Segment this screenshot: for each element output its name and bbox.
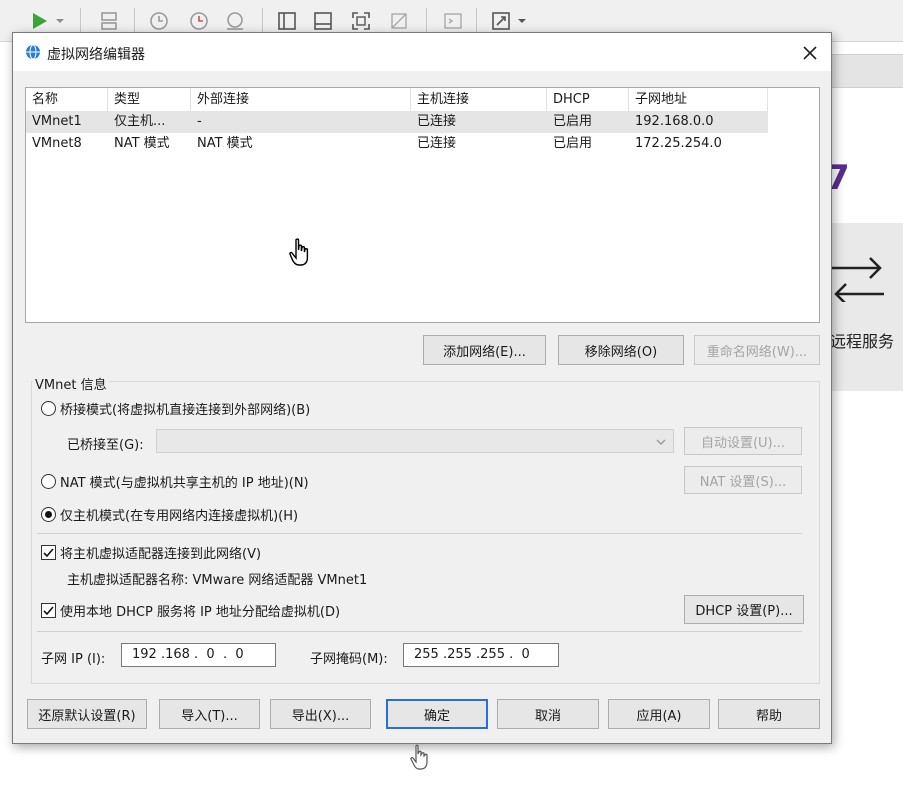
hand-cursor-icon	[289, 238, 309, 270]
column-header-type[interactable]: 类型	[108, 88, 191, 111]
column-header-dhcp[interactable]: DHCP	[547, 88, 629, 111]
cell-dhcp: 已启用	[553, 136, 593, 151]
connect-adapter-checkbox[interactable]	[41, 545, 56, 560]
close-button[interactable]	[799, 42, 821, 64]
close-icon	[803, 46, 817, 60]
fullscreen-icon[interactable]	[348, 8, 374, 34]
toolbar-separator	[80, 8, 81, 34]
cell-dhcp: 已启用	[553, 114, 593, 129]
cell-external: NAT 模式	[197, 136, 253, 151]
divider	[37, 533, 802, 534]
toolbar-separator	[476, 8, 477, 34]
revert-snapshot-icon[interactable]	[186, 8, 212, 34]
auto-settings-button[interactable]: 自动设置(U)...	[684, 427, 802, 455]
remove-network-button[interactable]: 移除网络(O)	[558, 335, 684, 365]
connect-adapter-option[interactable]: 将主机虚拟适配器连接到此网络(V)	[41, 543, 261, 562]
host-only-mode-radio[interactable]	[41, 507, 56, 522]
bridged-mode-label: 桥接模式(将虚拟机直接连接到外部网络)(B)	[60, 403, 311, 418]
network-icon[interactable]	[96, 8, 122, 34]
table-row[interactable]: VMnet1 仅主机... - 已连接 已启用 192.168.0.0	[26, 111, 768, 133]
nat-mode-label: NAT 模式(与虚拟机共享主机的 IP 地址)(N)	[60, 476, 309, 491]
column-header-name[interactable]: 名称	[26, 88, 108, 111]
connect-adapter-label: 将主机虚拟适配器连接到此网络(V)	[60, 547, 262, 562]
bridged-to-select[interactable]	[156, 429, 674, 453]
cell-host: 已连接	[417, 114, 457, 129]
terminal-icon[interactable]	[440, 8, 466, 34]
column-header-host[interactable]: 主机连接	[411, 88, 547, 111]
nat-mode-radio[interactable]	[41, 474, 56, 489]
subnet-mask-input[interactable]: 255 .255 .255 . 0	[403, 643, 559, 667]
nat-mode-option[interactable]: NAT 模式(与虚拟机共享主机的 IP 地址)(N)	[41, 472, 309, 491]
export-button[interactable]: 导出(X)...	[270, 699, 371, 729]
remote-service-label: 远程服务	[830, 332, 895, 351]
column-header-subnet[interactable]: 子网地址	[629, 88, 768, 111]
transfer-arrows-icon	[828, 252, 888, 306]
import-button[interactable]: 导入(T)...	[159, 699, 260, 729]
checkmark-icon	[43, 606, 54, 616]
snapshot-icon[interactable]	[146, 8, 172, 34]
sidebar-icon[interactable]	[274, 8, 300, 34]
snapshot-manager-icon[interactable]	[222, 8, 248, 34]
divider	[37, 631, 802, 632]
use-dhcp-label: 使用本地 DHCP 服务将 IP 地址分配给虚拟机(D)	[60, 605, 341, 620]
nat-settings-button[interactable]: NAT 设置(S)...	[684, 466, 802, 494]
subnet-ip-label: 子网 IP (I):	[41, 652, 106, 667]
toolbar-separator	[262, 8, 263, 34]
dropdown-icon[interactable]	[514, 8, 530, 34]
help-button[interactable]: 帮助	[718, 699, 820, 729]
list-header: 名称 类型 外部连接 主机连接 DHCP 子网地址	[26, 88, 768, 111]
ok-button[interactable]: 确定	[386, 699, 488, 729]
stretch-icon[interactable]	[488, 8, 514, 34]
add-network-button[interactable]: 添加网络(E)...	[423, 335, 546, 365]
virtual-network-editor-dialog: 虚拟网络编辑器 名称 类型 外部连接 主机连接 DHCP 子网地址 VMnet1…	[12, 32, 832, 744]
cell-external: -	[197, 114, 202, 129]
subnet-mask-label: 子网掩码(M):	[310, 652, 388, 667]
cell-type: NAT 模式	[114, 136, 170, 151]
column-header-external[interactable]: 外部连接	[191, 88, 411, 111]
console-icon[interactable]	[310, 8, 336, 34]
vmnet-info-label: VMnet 信息	[33, 374, 109, 393]
subnet-ip-input[interactable]: 192 .168 . 0 . 0	[121, 643, 276, 667]
play-icon[interactable]	[26, 8, 52, 34]
host-only-mode-option[interactable]: 仅主机模式(在专用网络内连接虚拟机)(H)	[41, 505, 298, 524]
use-dhcp-checkbox[interactable]	[41, 603, 56, 618]
cell-name: VMnet8	[32, 136, 82, 151]
use-dhcp-option[interactable]: 使用本地 DHCP 服务将 IP 地址分配给虚拟机(D)	[41, 601, 340, 620]
cell-host: 已连接	[417, 136, 457, 151]
cell-type: 仅主机...	[114, 114, 166, 129]
globe-network-icon	[25, 44, 41, 64]
cell-subnet: 192.168.0.0	[635, 114, 714, 129]
chevron-down-icon	[655, 436, 667, 451]
table-row[interactable]: VMnet8 NAT 模式 NAT 模式 已连接 已启用 172.25.254.…	[26, 133, 768, 155]
network-list[interactable]: 名称 类型 外部连接 主机连接 DHCP 子网地址 VMnet1 仅主机... …	[25, 87, 820, 323]
checkmark-icon	[43, 548, 54, 558]
cancel-button[interactable]: 取消	[497, 699, 599, 729]
restore-defaults-button[interactable]: 还原默认设置(R)	[27, 699, 147, 729]
host-only-mode-label: 仅主机模式(在专用网络内连接虚拟机)(H)	[60, 509, 299, 524]
dhcp-settings-button[interactable]: DHCP 设置(P)...	[684, 595, 804, 624]
cell-name: VMnet1	[32, 114, 82, 129]
apply-button[interactable]: 应用(A)	[608, 699, 710, 729]
adapter-name-text: 主机虚拟适配器名称: VMware 网络适配器 VMnet1	[67, 573, 368, 588]
toolbar-separator	[426, 8, 427, 34]
dialog-title: 虚拟网络编辑器	[47, 47, 145, 63]
bridged-to-label: 已桥接至(G):	[67, 438, 144, 453]
bridged-mode-radio[interactable]	[41, 401, 56, 416]
toolbar-separator	[134, 8, 135, 34]
background-tab-strip	[832, 54, 903, 88]
rename-network-button[interactable]: 重命名网络(W)...	[694, 335, 820, 365]
bridged-mode-option[interactable]: 桥接模式(将虚拟机直接连接到外部网络)(B)	[41, 399, 310, 418]
dropdown-icon[interactable]	[52, 8, 68, 34]
background-remote-service-tile[interactable]	[832, 223, 903, 391]
cell-subnet: 172.25.254.0	[635, 136, 722, 151]
unity-icon[interactable]	[386, 8, 412, 34]
arrow-cursor-icon	[410, 744, 428, 774]
dialog-titlebar[interactable]: 虚拟网络编辑器	[13, 33, 831, 71]
